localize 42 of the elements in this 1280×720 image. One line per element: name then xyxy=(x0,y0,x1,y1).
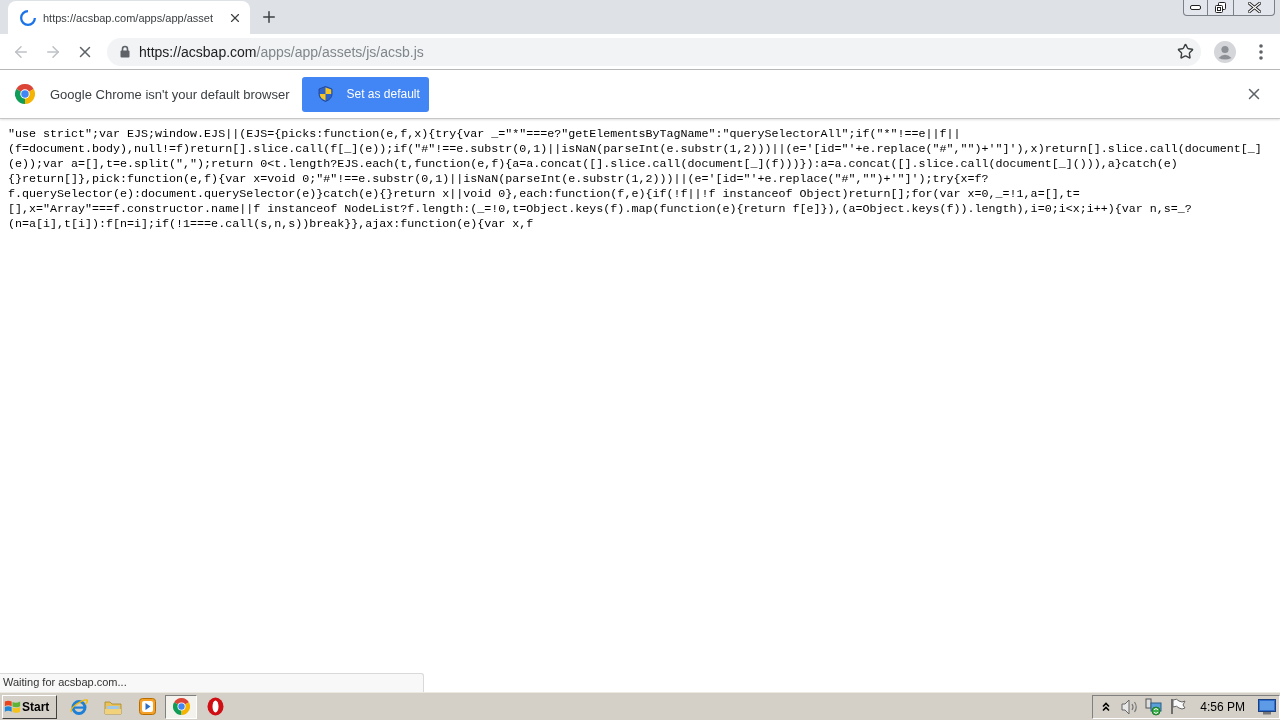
plus-icon xyxy=(260,8,278,26)
monitor-icon xyxy=(1258,698,1276,715)
code-line: [],x="Array"===f.constructor.name||f instanceof NodeList?f.length:(_=!0,t=Object.keys(f).map(function(e){return f[e]}),(a=Object.keys(f)).length),i=0;i<x;i++){var n,s=_? xyxy=(8,202,1193,217)
lock-icon xyxy=(120,45,130,58)
tab-title: https://acsbap.com/apps/app/asset xyxy=(43,11,214,24)
network-icon xyxy=(1145,697,1164,716)
code-line: (f=document.body),null!=f)return[].slice.call(f[_](e));if("#"!==e.substr(0,1)||isNaN(parseInt(e.substr(1,2)))||(e='[id="'+e.replace("#","")+'"]'),x)return[].slice.call(document[_] xyxy=(8,142,1263,157)
round-logo-icon xyxy=(172,698,190,715)
windows-flag-icon xyxy=(4,698,21,715)
code-line: (n=a[i],t[i]):f[n=i];if(!1===e.call(s,n,s))break}},ajax:function(e){var x,f xyxy=(8,217,535,232)
show-desktop-button[interactable] xyxy=(1257,696,1277,717)
profile-button[interactable] xyxy=(1213,39,1237,64)
speaker-icon xyxy=(1121,698,1140,715)
o-ring-icon xyxy=(206,697,224,716)
code-line: (e));var a=[],t=e.split(",");return 0<t.length?EJS.each(t,function(e,f){a=a.concat([].slice.call(document[_](f)))}):a=a.concat([].slice.call(document[_]())),a}catch(e) xyxy=(8,157,1179,172)
minimize-button[interactable] xyxy=(1183,0,1208,16)
set-default-button[interactable]: Set as default xyxy=(302,76,430,112)
code-line: f.querySelector(e):document.querySelector(e)}catch(e){}return x||void 0},each:function(f,e){if(!f||!f instanceof Object)return[];for(var x=0,_=!1,a=[],t= xyxy=(8,187,1081,202)
browser-tab[interactable]: https://acsbap.com/apps/app/asset xyxy=(8,1,250,34)
avatar-icon xyxy=(1214,40,1236,63)
url-text: https://acsbap.com/apps/app/assets/js/acsb.js xyxy=(139,43,425,60)
play-icon xyxy=(138,698,156,715)
close-icon xyxy=(1247,2,1261,13)
shield-icon xyxy=(318,86,334,102)
restore-button[interactable] xyxy=(1207,0,1234,16)
minimize-icon xyxy=(1190,5,1201,10)
restore-icon xyxy=(1215,2,1226,13)
close-button[interactable] xyxy=(1233,0,1275,16)
flag-icon xyxy=(1170,698,1187,715)
logo-icon xyxy=(15,84,35,104)
code-line: {}return[]},pick:function(e,f){var x=void 0;"#"!==e.substr(0,1)||isNaN(parseInt(e.substr(1,2)))||(e='[id="'+e.replace("#","")+'"]');try{x=f? xyxy=(8,172,990,187)
clock: 4:56 PM xyxy=(1200,699,1245,714)
chevrons-up-icon xyxy=(1102,701,1111,712)
menu-icon xyxy=(1259,43,1263,60)
code-line: "use strict";var EJS;window.EJS||(EJS={picks:function(e,f,x){try{var _="*"===e?"getElementsByTagName":"querySelectorAll";if("*"!==e||f|| xyxy=(8,127,962,142)
folder-icon xyxy=(104,698,122,715)
infobar-message: Google Chrome isn't your default browser xyxy=(50,86,290,102)
e-logo-icon xyxy=(70,697,88,716)
address-bar[interactable]: https://acsbap.com/apps/app/assets/js/acsb.js xyxy=(107,37,1201,66)
taskbar-button[interactable] xyxy=(165,694,197,719)
status-bubble: Waiting for acsbap.com... xyxy=(0,673,424,692)
start-button[interactable]: Start xyxy=(2,694,57,719)
